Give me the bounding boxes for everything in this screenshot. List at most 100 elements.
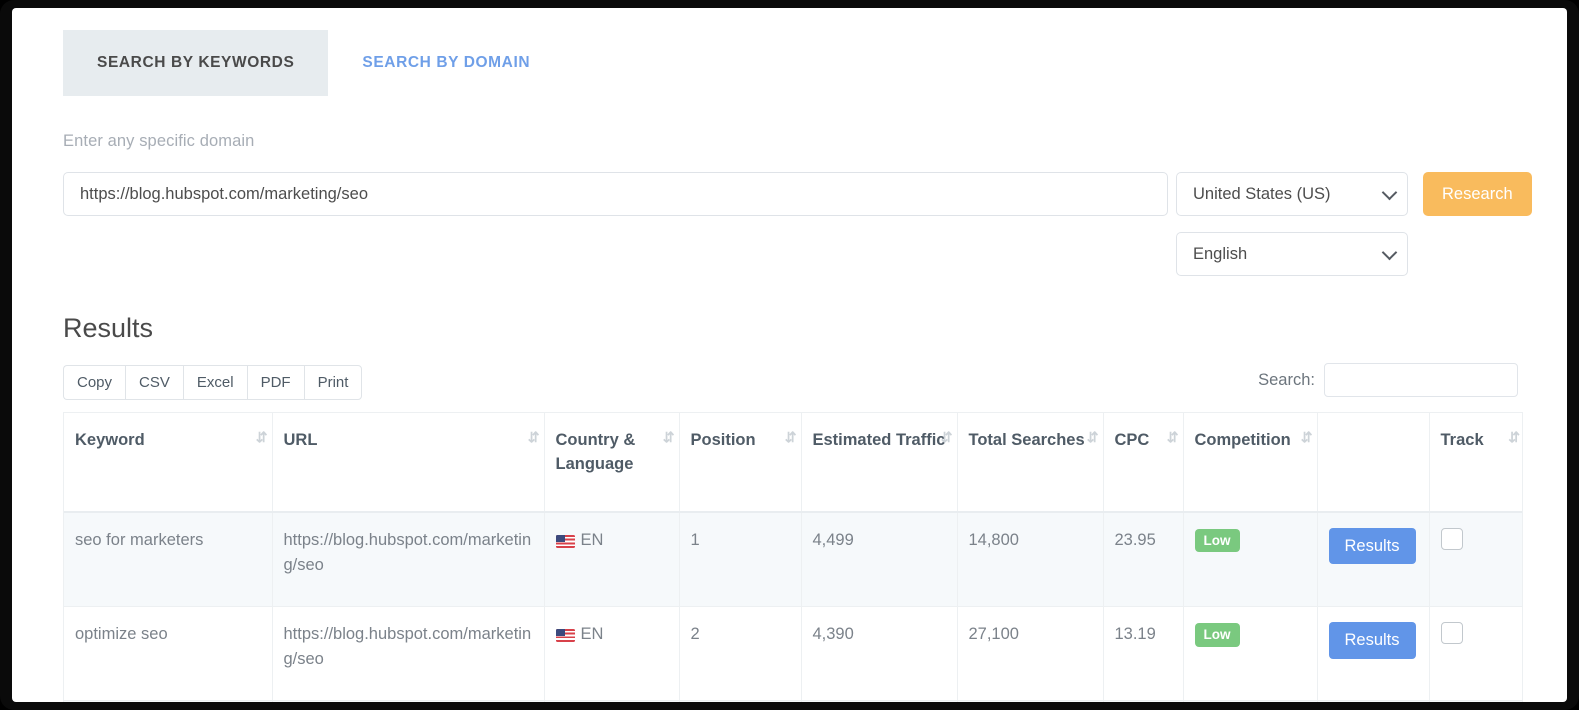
table-row: optimize seo https://blog.hubspot.com/ma…: [64, 607, 1523, 701]
cell-competition: Low: [1183, 607, 1317, 701]
cell-total-searches: 27,100: [957, 607, 1103, 701]
results-table: Keyword ⇵ URL ⇵ Country & Language ⇵ Pos…: [64, 413, 1523, 702]
research-button[interactable]: Research: [1423, 172, 1532, 216]
screenshot-frame: SEARCH BY KEYWORDS SEARCH BY DOMAIN Ente…: [0, 0, 1579, 710]
tab-search-by-domain-label: SEARCH BY DOMAIN: [362, 54, 530, 72]
cell-cpc: 23.95: [1103, 512, 1183, 607]
cell-estimated-traffic: 4,390: [801, 607, 957, 701]
column-header-actions[interactable]: [1317, 413, 1429, 512]
cell-country-language: EN: [544, 512, 679, 607]
cell-competition: Low: [1183, 512, 1317, 607]
cell-track: [1429, 701, 1523, 702]
cell-cpc: 13.19: [1103, 607, 1183, 701]
track-checkbox[interactable]: [1441, 622, 1463, 644]
status-badge: Low: [1195, 623, 1240, 647]
column-header-cpc[interactable]: CPC ⇵: [1103, 413, 1183, 512]
search-mode-tabs: SEARCH BY KEYWORDS SEARCH BY DOMAIN: [63, 30, 564, 96]
row-results-button[interactable]: Results: [1329, 622, 1416, 659]
sort-icon: ⇵: [528, 430, 537, 444]
sort-icon: ⇵: [256, 430, 265, 444]
cell-url: https://blog.hubspot.com/marketing/seo: [272, 512, 544, 607]
cell-track: [1429, 607, 1523, 701]
cell-total-searches: 14,800: [957, 512, 1103, 607]
excel-button[interactable]: Excel: [183, 365, 247, 400]
column-header-url-label: URL: [284, 431, 318, 449]
cell-cpc: 23.95: [1103, 701, 1183, 702]
sort-icon: ⇵: [1301, 430, 1310, 444]
csv-button[interactable]: CSV: [125, 365, 183, 400]
domain-field-label: Enter any specific domain: [63, 132, 254, 151]
column-header-total-searches[interactable]: Total Searches ⇵: [957, 413, 1103, 512]
cell-total-searches: 14,800: [957, 701, 1103, 702]
cell-position: 1: [679, 512, 801, 607]
results-heading: Results: [63, 313, 153, 344]
us-flag-icon: [556, 535, 575, 548]
sort-icon: ⇵: [663, 430, 672, 444]
column-header-keyword[interactable]: Keyword ⇵: [64, 413, 272, 512]
us-flag-icon: [556, 629, 575, 642]
domain-input[interactable]: [63, 172, 1168, 216]
column-header-cpc-label: CPC: [1115, 431, 1150, 449]
column-header-estimated-traffic[interactable]: Estimated Traffic ⇵: [801, 413, 957, 512]
column-header-track-label: Track: [1441, 431, 1484, 449]
tab-search-by-keywords[interactable]: SEARCH BY KEYWORDS: [63, 30, 328, 96]
cell-position: 2: [679, 701, 801, 702]
table-search-area: Search:: [1258, 363, 1518, 397]
language-select-wrapper: English: [1176, 232, 1408, 276]
tab-search-by-keywords-label: SEARCH BY KEYWORDS: [97, 54, 294, 72]
copy-button[interactable]: Copy: [63, 365, 125, 400]
track-checkbox[interactable]: [1441, 528, 1463, 550]
cell-action: Results: [1317, 607, 1429, 701]
column-header-estimated-traffic-label: Estimated Traffic: [813, 431, 946, 449]
cell-keyword: seo for marketers: [64, 512, 272, 607]
print-button[interactable]: Print: [304, 365, 363, 400]
column-header-competition-label: Competition: [1195, 431, 1291, 449]
results-table-body: seo for marketers https://blog.hubspot.c…: [64, 512, 1523, 702]
cell-country-language-label: EN: [581, 625, 604, 643]
table-search-label: Search:: [1258, 371, 1315, 390]
cell-track: [1429, 512, 1523, 607]
column-header-url[interactable]: URL ⇵: [272, 413, 544, 512]
row-results-button[interactable]: Results: [1329, 528, 1416, 565]
column-header-country-language-label: Country & Language: [556, 431, 636, 473]
sort-icon: ⇵: [1508, 430, 1517, 444]
cell-keyword: optimize seo: [64, 607, 272, 701]
column-header-position[interactable]: Position ⇵: [679, 413, 801, 512]
country-select-wrapper: United States (US): [1176, 172, 1408, 216]
column-header-total-searches-label: Total Searches: [969, 431, 1085, 449]
results-table-wrapper: Keyword ⇵ URL ⇵ Country & Language ⇵ Pos…: [63, 412, 1523, 702]
column-header-track[interactable]: Track ⇵: [1429, 413, 1523, 512]
status-badge: Low: [1195, 529, 1240, 553]
cell-estimated-traffic: 4,499: [801, 512, 957, 607]
language-select[interactable]: English: [1176, 232, 1408, 276]
cell-competition: Low: [1183, 701, 1317, 702]
cell-keyword: marketing and seo: [64, 701, 272, 702]
export-button-group: Copy CSV Excel PDF Print: [63, 365, 362, 400]
cell-country-language: EN: [544, 607, 679, 701]
column-header-competition[interactable]: Competition ⇵: [1183, 413, 1317, 512]
column-header-country-language[interactable]: Country & Language ⇵: [544, 413, 679, 512]
country-select[interactable]: United States (US): [1176, 172, 1408, 216]
column-header-keyword-label: Keyword: [75, 431, 145, 449]
pdf-button[interactable]: PDF: [247, 365, 304, 400]
table-search-input[interactable]: [1324, 363, 1518, 397]
tab-search-by-domain[interactable]: SEARCH BY DOMAIN: [328, 30, 564, 96]
table-row: marketing and seo https://blog.hubspot.c…: [64, 701, 1523, 702]
column-header-position-label: Position: [691, 431, 756, 449]
cell-position: 2: [679, 607, 801, 701]
cell-url: https://blog.hubspot.com/marketing/seo: [272, 701, 544, 702]
sort-icon: ⇵: [941, 430, 950, 444]
page-content: SEARCH BY KEYWORDS SEARCH BY DOMAIN Ente…: [40, 8, 1540, 702]
cell-estimated-traffic: 2,397: [801, 701, 957, 702]
cell-url: https://blog.hubspot.com/marketing/seo: [272, 607, 544, 701]
table-row: seo for marketers https://blog.hubspot.c…: [64, 512, 1523, 607]
cell-country-language: EN: [544, 701, 679, 702]
sort-icon: ⇵: [785, 430, 794, 444]
sort-icon: ⇵: [1167, 430, 1176, 444]
sort-icon: ⇵: [1087, 430, 1096, 444]
cell-action: Results: [1317, 701, 1429, 702]
cell-country-language-label: EN: [581, 531, 604, 549]
page-surface: SEARCH BY KEYWORDS SEARCH BY DOMAIN Ente…: [12, 8, 1567, 702]
table-header-row: Keyword ⇵ URL ⇵ Country & Language ⇵ Pos…: [64, 413, 1523, 512]
cell-action: Results: [1317, 512, 1429, 607]
